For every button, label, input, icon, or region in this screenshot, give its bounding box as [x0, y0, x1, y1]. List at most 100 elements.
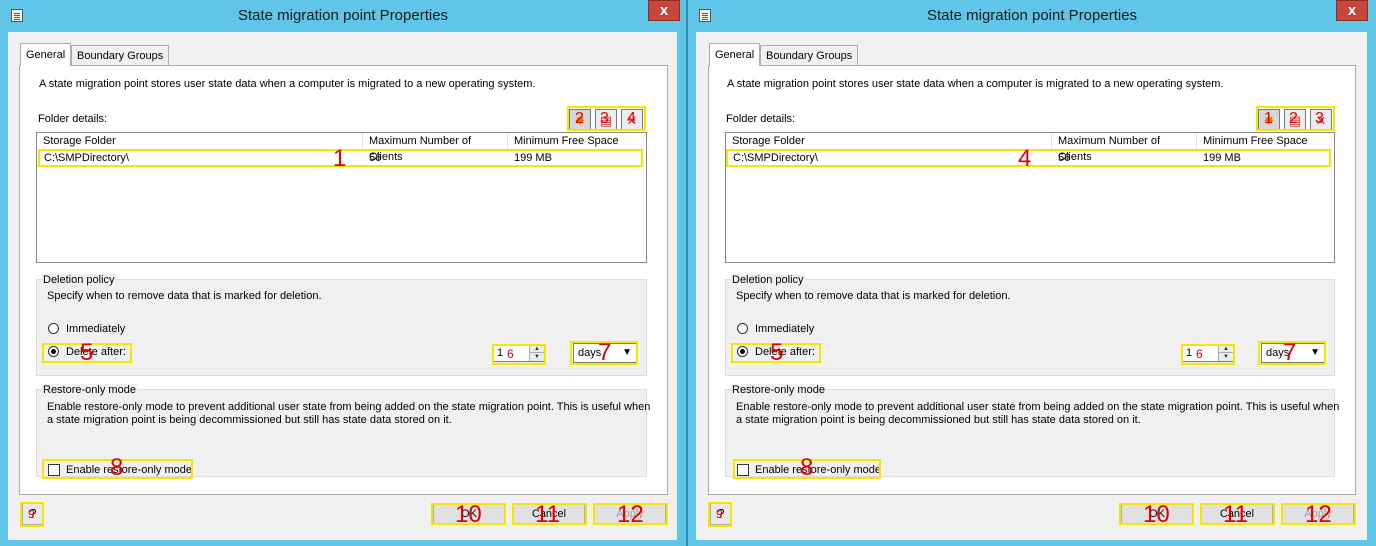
deletion-policy-description: Specify when to remove data that is mark… [47, 290, 322, 302]
folder-properties-button[interactable]: ▤ [1284, 109, 1306, 131]
stepper-value: 1 [497, 347, 504, 359]
general-panel: A state migration point stores user stat… [708, 65, 1356, 495]
properties-icon: ▤ [1288, 113, 1302, 128]
folder-details-label: Folder details: [38, 113, 108, 125]
column-header-max-clients[interactable]: Maximum Number of Clients [1052, 133, 1197, 163]
restore-only-group: Restore-only mode Enable restore-only mo… [725, 384, 1339, 477]
cancel-button[interactable]: Cancel [1201, 504, 1273, 524]
restore-only-description-line2: a state migration point is being decommi… [736, 414, 1141, 426]
immediately-radio[interactable] [48, 323, 59, 334]
deletion-policy-description: Specify when to remove data that is mark… [736, 290, 1011, 302]
restore-only-checkbox-label: Enable restore-only mode [66, 464, 192, 476]
chevron-down-icon: ▼ [1310, 347, 1320, 358]
cell-storage-folder: C:\SMPDirectory\ [44, 152, 129, 164]
tab-general[interactable]: General [20, 43, 72, 66]
delete-after-days-stepper[interactable]: 1 ▲ ▼ [1182, 344, 1234, 362]
cell-min-free-space: 199 MB [514, 152, 552, 164]
tab-boundary-groups[interactable]: Boundary Groups [760, 45, 859, 65]
stepper-up-icon[interactable]: ▲ [1219, 345, 1233, 353]
dialog-title: State migration point Properties [237, 7, 449, 24]
unit-select-value: days [1266, 347, 1290, 359]
deletion-policy-legend: Deletion policy [42, 274, 116, 286]
column-header-min-free-space[interactable]: Minimum Free Space [1197, 133, 1334, 149]
tab-boundary-groups[interactable]: Boundary Groups [71, 45, 170, 65]
immediately-label: Immediately [755, 323, 815, 335]
properties-icon: ▤ [599, 113, 613, 128]
table-row[interactable]: C:\SMPDirectory\ 56 199 MB [38, 151, 645, 165]
folder-list[interactable]: Storage Folder Maximum Number of Clients… [725, 132, 1335, 263]
restore-only-checkbox[interactable] [48, 464, 60, 476]
immediately-radio[interactable] [737, 323, 748, 334]
new-folder-icon: ✸ [1263, 113, 1275, 128]
title-bar: State migration point Properties x [688, 0, 1376, 32]
help-button[interactable]: ? [710, 503, 732, 525]
chevron-down-icon: ▼ [622, 347, 632, 358]
cancel-button[interactable]: Cancel [513, 504, 585, 524]
title-bar: State migration point Properties x [0, 0, 686, 32]
unit-select-value: days [578, 347, 602, 359]
description-text: A state migration point stores user stat… [727, 78, 1224, 90]
restore-only-legend: Restore-only mode [731, 384, 826, 396]
restore-only-description-line1: Enable restore-only mode to prevent addi… [47, 401, 651, 413]
column-header-storage-folder[interactable]: Storage Folder [726, 133, 1052, 149]
apply-button[interactable]: Apply [1282, 504, 1354, 524]
delete-after-days-stepper[interactable]: 1 ▲ ▼ [493, 344, 545, 362]
tab-general[interactable]: General [709, 43, 761, 66]
help-icon: ? [29, 506, 37, 521]
deletion-policy-group: Deletion policy Specify when to remove d… [725, 274, 1335, 376]
column-header-min-free-space[interactable]: Minimum Free Space [508, 133, 646, 149]
help-icon: ? [717, 506, 725, 521]
cell-min-free-space: 199 MB [1203, 152, 1241, 164]
stepper-buttons[interactable]: ▲ ▼ [529, 345, 544, 361]
stepper-down-icon[interactable]: ▼ [1219, 353, 1233, 361]
stepper-value: 1 [1186, 347, 1193, 359]
stepper-buttons[interactable]: ▲ ▼ [1218, 345, 1233, 361]
restore-only-checkbox[interactable] [737, 464, 749, 476]
cell-max-clients: 56 [1058, 152, 1071, 164]
stepper-up-icon[interactable]: ▲ [530, 345, 544, 353]
restore-only-description-line1: Enable restore-only mode to prevent addi… [736, 401, 1340, 413]
restore-only-group: Restore-only mode Enable restore-only mo… [36, 384, 651, 477]
delete-folder-button[interactable]: ✕ [621, 109, 643, 131]
delete-after-label: Delete after: [755, 346, 815, 358]
delete-icon: ✕ [626, 113, 638, 128]
general-panel: A state migration point stores user stat… [19, 65, 668, 495]
help-button[interactable]: ? [22, 503, 44, 525]
dialog-client: General Boundary Groups A state migratio… [8, 32, 677, 540]
dialog-client: General Boundary Groups A state migratio… [696, 32, 1367, 540]
description-text: A state migration point stores user stat… [39, 78, 536, 90]
deletion-policy-legend: Deletion policy [731, 274, 805, 286]
apply-button[interactable]: Apply [594, 504, 666, 524]
ok-button[interactable]: OK [433, 504, 505, 524]
delete-after-label: Delete after: [66, 346, 126, 358]
add-folder-button[interactable]: ✸ [569, 109, 591, 131]
folder-properties-button[interactable]: ▤ [595, 109, 617, 131]
deletion-policy-group: Deletion policy Specify when to remove d… [36, 274, 647, 376]
restore-only-description-line2: a state migration point is being decommi… [47, 414, 452, 426]
column-header-storage-folder[interactable]: Storage Folder [37, 133, 363, 149]
new-folder-icon: ✸ [574, 113, 586, 128]
close-button[interactable]: x [1336, 0, 1368, 21]
delete-after-radio[interactable] [737, 346, 748, 357]
immediately-label: Immediately [66, 323, 126, 335]
delete-after-radio[interactable] [48, 346, 59, 357]
close-button[interactable]: x [648, 0, 680, 21]
folder-details-label: Folder details: [726, 113, 796, 125]
table-row[interactable]: C:\SMPDirectory\ 56 199 MB [727, 151, 1333, 165]
delete-folder-button[interactable]: ✕ [1310, 109, 1332, 131]
restore-only-checkbox-label: Enable restore-only mode [755, 464, 881, 476]
folder-list[interactable]: Storage Folder Maximum Number of Clients… [36, 132, 647, 263]
add-folder-button[interactable]: ✸ [1258, 109, 1280, 131]
cell-storage-folder: C:\SMPDirectory\ [733, 152, 818, 164]
delete-after-unit-select[interactable]: days ▼ [1261, 343, 1325, 363]
delete-icon: ✕ [1315, 113, 1327, 128]
restore-only-legend: Restore-only mode [42, 384, 137, 396]
stepper-down-icon[interactable]: ▼ [530, 353, 544, 361]
ok-button[interactable]: OK [1121, 504, 1193, 524]
column-header-max-clients[interactable]: Maximum Number of Clients [363, 133, 508, 163]
delete-after-unit-select[interactable]: days ▼ [573, 343, 637, 363]
cell-max-clients: 56 [369, 152, 382, 164]
dialog-window-left: State migration point Properties x Gener… [0, 0, 686, 546]
dialog-title: State migration point Properties [926, 7, 1138, 24]
dialog-window-right: State migration point Properties x Gener… [688, 0, 1376, 546]
